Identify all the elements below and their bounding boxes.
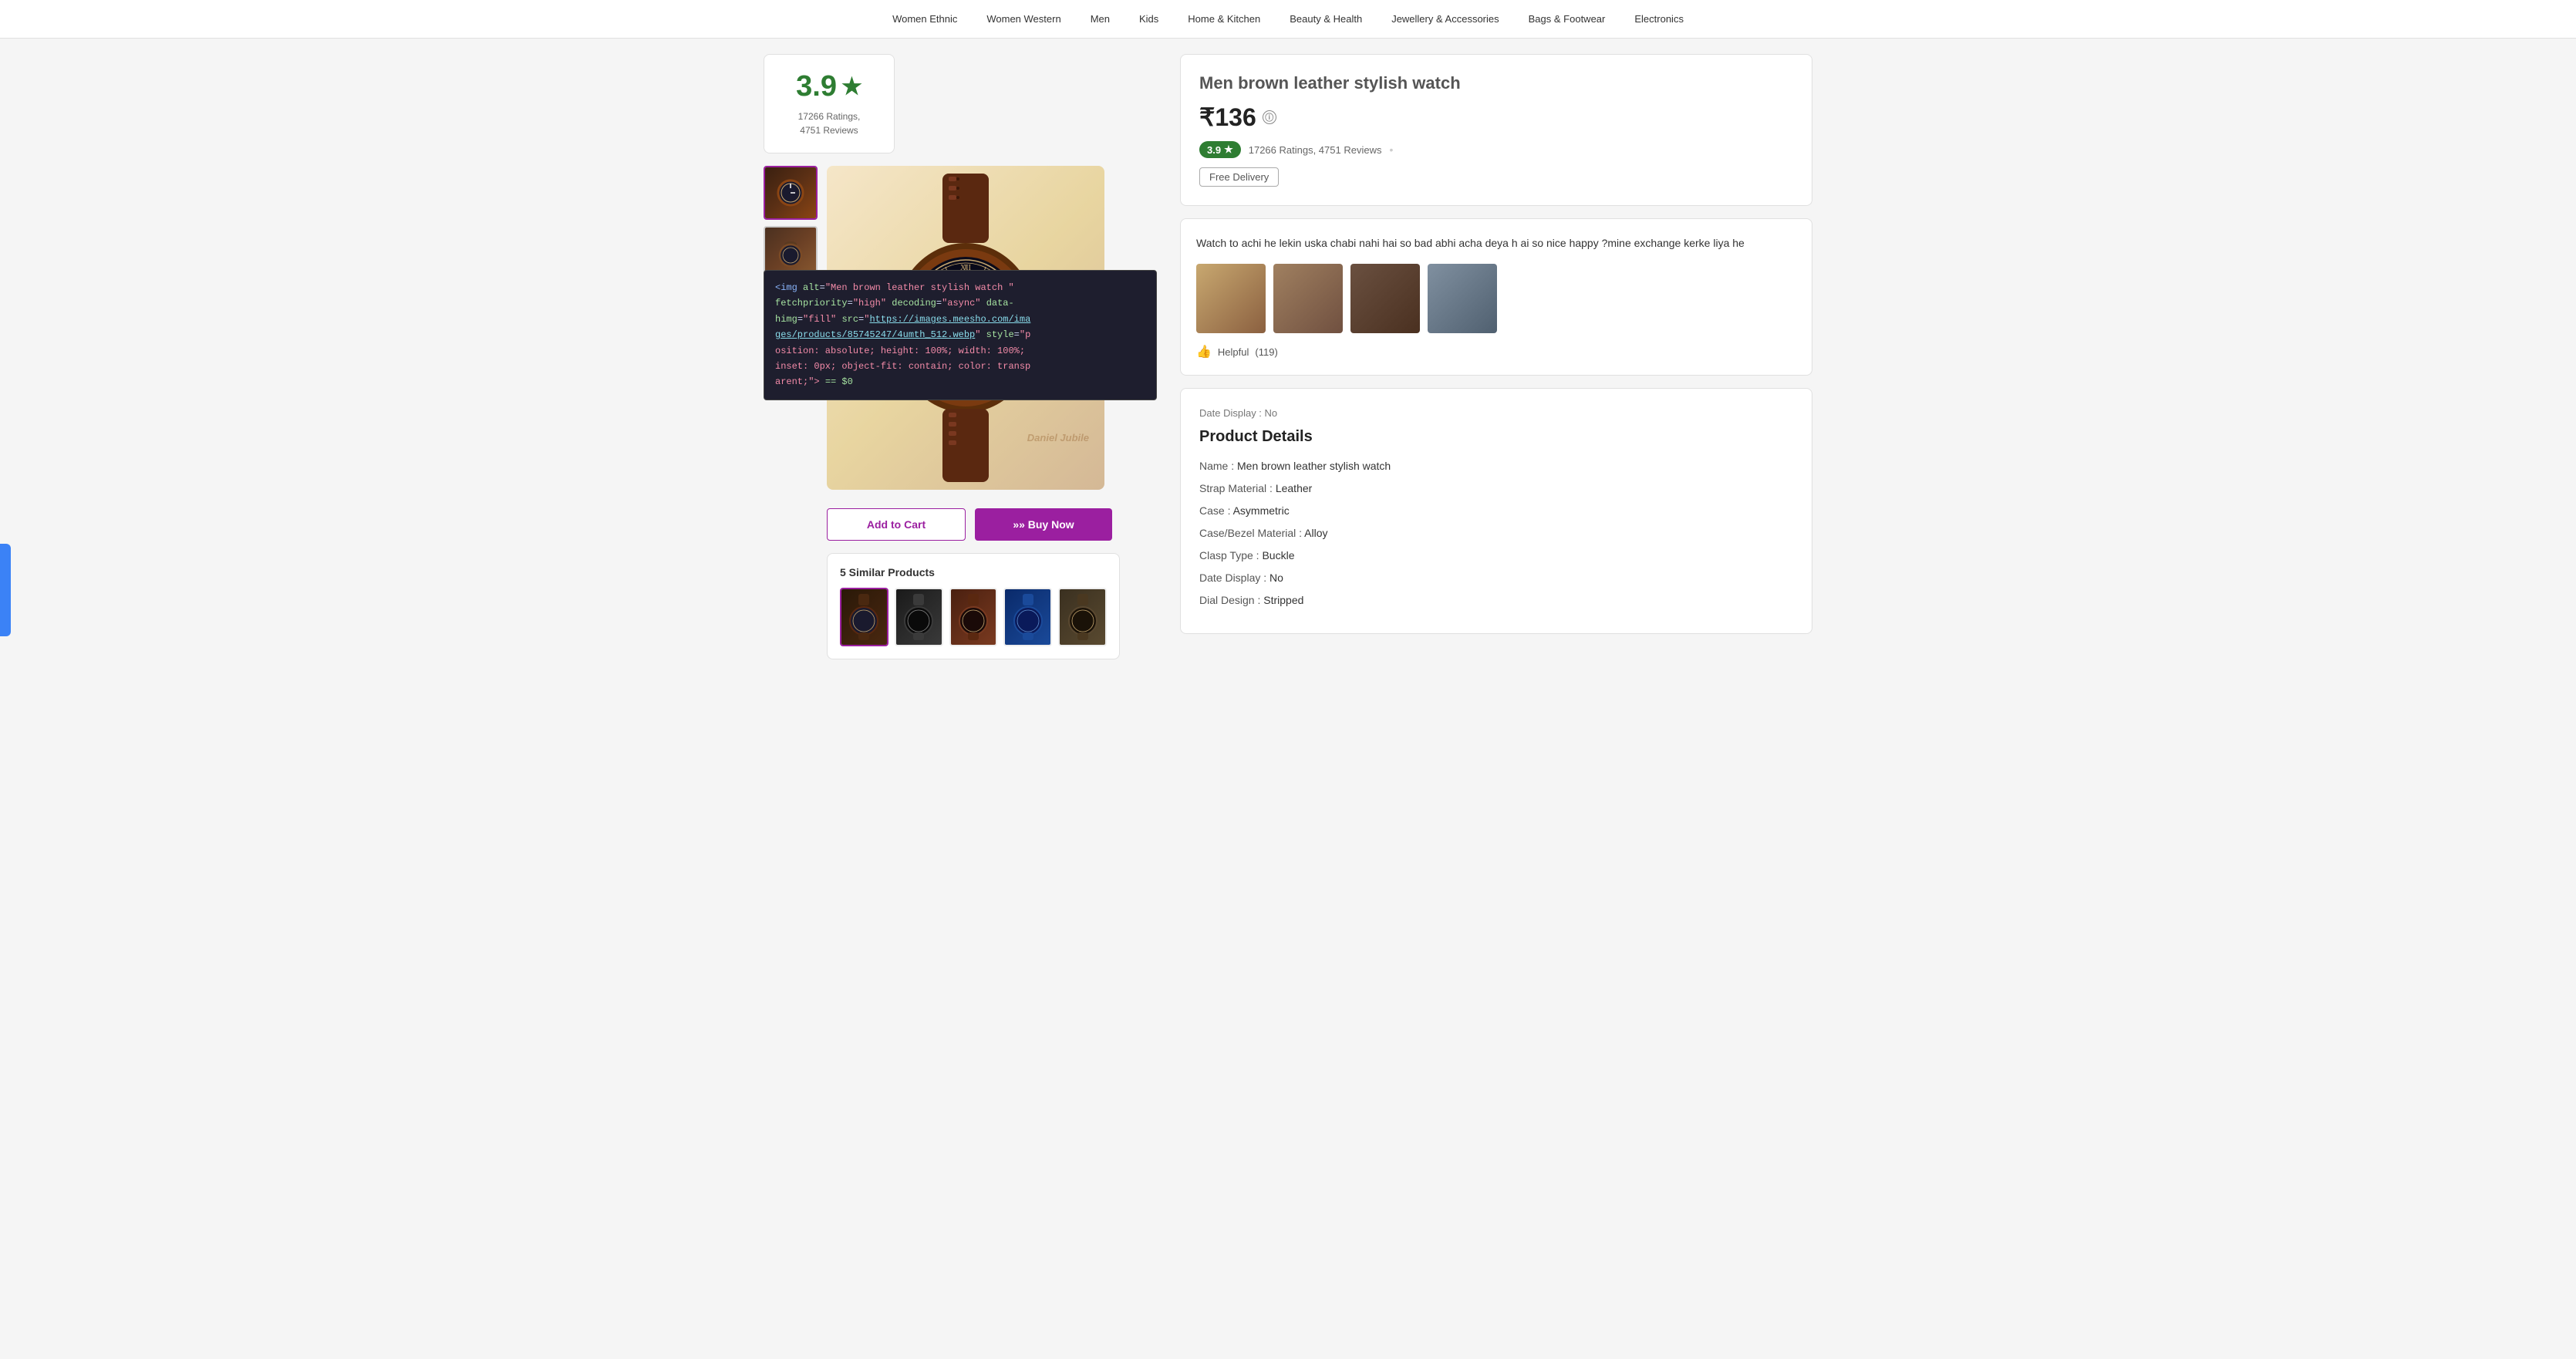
buy-now-button[interactable]: »» Buy Now xyxy=(975,508,1112,541)
add-to-cart-button[interactable]: Add to Cart xyxy=(827,508,966,541)
detail-row-clasp: Clasp Type : Buckle xyxy=(1199,548,1793,564)
action-buttons: Add to Cart »» Buy Now xyxy=(827,508,1112,541)
badge-score: 3.9 xyxy=(1207,144,1221,156)
nav-kids[interactable]: Kids xyxy=(1136,13,1162,25)
detail-value-date: No xyxy=(1269,572,1283,584)
nav-electronics[interactable]: Electronics xyxy=(1631,13,1687,25)
review-card: Watch to achi he lekin uska chabi nahi h… xyxy=(1180,218,1812,376)
nav-men[interactable]: Men xyxy=(1087,13,1113,25)
detail-row-dial: Dial Design : Stripped xyxy=(1199,592,1793,609)
watermark: Daniel Jubile xyxy=(1027,432,1089,443)
left-sidebar-bar xyxy=(0,544,11,636)
detail-value-name: Men brown leather stylish watch xyxy=(1237,460,1391,472)
review-images xyxy=(1196,264,1796,333)
nav-jewellery[interactable]: Jewellery & Accessories xyxy=(1388,13,1502,25)
nav-women-western[interactable]: Women Western xyxy=(983,13,1064,25)
nav-home-kitchen[interactable]: Home & Kitchen xyxy=(1185,13,1263,25)
product-rating-text: 17266 Ratings, 4751 Reviews xyxy=(1249,144,1382,156)
similar-products: 5 Similar Products xyxy=(827,553,1120,659)
detail-label-dial: Dial Design : xyxy=(1199,594,1263,606)
similar-item-5[interactable] xyxy=(1058,588,1107,646)
free-delivery-badge: Free Delivery xyxy=(1199,167,1279,187)
helpful-count: (119) xyxy=(1255,346,1277,358)
rating-dot: • xyxy=(1389,143,1393,156)
similar-item-2[interactable] xyxy=(895,588,943,646)
detail-label-case: Case : xyxy=(1199,504,1233,517)
detail-label-date: Date Display : xyxy=(1199,572,1269,584)
nav-beauty-health[interactable]: Beauty & Health xyxy=(1286,13,1365,25)
nav-women-ethnic[interactable]: Women Ethnic xyxy=(889,13,960,25)
similar-products-title: 5 Similar Products xyxy=(840,566,1107,578)
product-rating-row: 3.9 ★ 17266 Ratings, 4751 Reviews • xyxy=(1199,141,1793,158)
detail-value-case: Asymmetric xyxy=(1233,504,1290,517)
product-title: Men brown leather stylish watch xyxy=(1199,73,1793,93)
detail-row-case: Case : Asymmetric xyxy=(1199,503,1793,519)
detail-row-date-display: Date Display : No xyxy=(1199,570,1793,586)
rating-star-icon: ★ xyxy=(841,73,862,100)
product-info-card: Men brown leather stylish watch ₹136 ⓘ 3… xyxy=(1180,54,1812,206)
product-rating-badge: 3.9 ★ xyxy=(1199,141,1241,158)
review-image-2[interactable] xyxy=(1273,264,1343,333)
badge-star-icon: ★ xyxy=(1224,143,1233,156)
review-image-3[interactable] xyxy=(1350,264,1420,333)
review-image-1[interactable] xyxy=(1196,264,1266,333)
detail-value-bezel: Alloy xyxy=(1304,527,1327,539)
product-details-title: Product Details xyxy=(1199,428,1793,446)
right-panel: Men brown leather stylish watch ₹136 ⓘ 3… xyxy=(1180,54,1812,659)
rating-score: 3.9 ★ xyxy=(796,70,862,103)
detail-value-clasp: Buckle xyxy=(1262,549,1294,561)
nav-bags-footwear[interactable]: Bags & Footwear xyxy=(1526,13,1609,25)
detail-label-name: Name : xyxy=(1199,460,1237,472)
devtools-overlay: <img alt="Men brown leather stylish watc… xyxy=(764,270,1157,400)
helpful-row: 👍 Helpful (119) xyxy=(1196,344,1796,359)
detail-value-dial: Stripped xyxy=(1263,594,1303,606)
rating-counts: 17266 Ratings, 4751 Reviews xyxy=(798,110,861,137)
price-info-icon[interactable]: ⓘ xyxy=(1263,110,1276,124)
thumbnail-1[interactable] xyxy=(764,166,818,220)
review-image-4[interactable] xyxy=(1428,264,1497,333)
similar-products-list xyxy=(840,588,1107,646)
detail-value-strap: Leather xyxy=(1276,482,1312,494)
similar-item-3[interactable] xyxy=(949,588,998,646)
detail-label-strap: Strap Material : xyxy=(1199,482,1276,494)
similar-item-4[interactable] xyxy=(1003,588,1052,646)
review-text: Watch to achi he lekin uska chabi nahi h… xyxy=(1196,234,1796,251)
detail-label-clasp: Clasp Type : xyxy=(1199,549,1262,561)
product-price: ₹136 ⓘ xyxy=(1199,103,1793,132)
price-value: ₹136 xyxy=(1199,103,1256,132)
navbar: Women Ethnic Women Western Men Kids Home… xyxy=(0,0,2576,39)
rating-number: 3.9 xyxy=(796,70,837,103)
product-details-card: Date Display : No Product Details Name :… xyxy=(1180,388,1812,634)
thumbs-up-icon: 👍 xyxy=(1196,344,1212,359)
helpful-label: Helpful xyxy=(1218,346,1249,358)
rating-box: 3.9 ★ 17266 Ratings, 4751 Reviews xyxy=(764,54,895,153)
detail-row-strap: Strap Material : Leather xyxy=(1199,481,1793,497)
detail-row-name: Name : Men brown leather stylish watch xyxy=(1199,458,1793,474)
detail-row-bezel: Case/Bezel Material : Alloy xyxy=(1199,525,1793,541)
left-panel: 3.9 ★ 17266 Ratings, 4751 Reviews xyxy=(764,54,1165,659)
main-container: 3.9 ★ 17266 Ratings, 4751 Reviews xyxy=(748,39,1828,675)
date-display-note: Date Display : No xyxy=(1199,407,1793,419)
similar-item-1[interactable] xyxy=(840,588,888,646)
detail-label-bezel: Case/Bezel Material : xyxy=(1199,527,1304,539)
